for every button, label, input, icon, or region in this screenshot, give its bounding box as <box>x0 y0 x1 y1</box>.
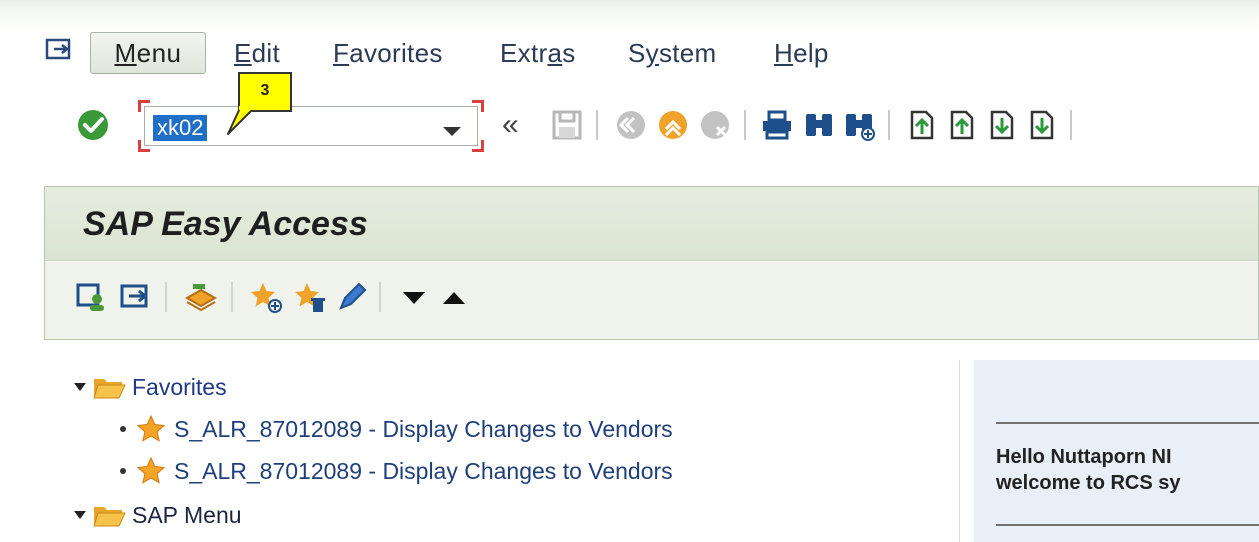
tree-item-label[interactable]: S_ALR_87012089 - Display Changes to Vend… <box>174 458 673 485</box>
standard-toolbar: xk02 « <box>0 88 1259 168</box>
callout-pointer <box>227 106 255 135</box>
menu-bar: Menu Edit Favorites Extras System Help <box>0 0 1259 88</box>
caret-down-icon[interactable] <box>74 511 86 519</box>
sap-menu-icon[interactable] <box>119 280 153 314</box>
easy-access-panel: SAP Easy Access <box>44 186 1259 340</box>
last-page-icon[interactable] <box>1024 108 1058 142</box>
add-favorite-icon[interactable] <box>249 280 283 314</box>
folder-open-icon <box>93 379 126 399</box>
toolbar-separator <box>231 282 233 312</box>
user-menu-icon[interactable] <box>75 280 109 314</box>
collapse-toolbar-button[interactable]: « <box>502 108 519 142</box>
divider <box>996 524 1259 526</box>
print-icon[interactable] <box>760 108 794 142</box>
menu-item-extras[interactable]: Extras <box>500 38 576 69</box>
toolbar-separator <box>1070 110 1072 140</box>
tree-node-label[interactable]: Favorites <box>132 374 227 401</box>
next-page-icon[interactable] <box>984 108 1018 142</box>
welcome-system: welcome to RCS sy <box>996 472 1181 494</box>
menu-item-favorites[interactable]: Favorites <box>333 38 443 69</box>
toolbar-separator <box>744 110 746 140</box>
enter-check-icon[interactable] <box>76 108 110 142</box>
menu-item-system[interactable]: System <box>628 38 717 69</box>
toolbar-separator <box>596 110 598 140</box>
tree-node-sap-menu[interactable]: SAP Menu <box>74 496 242 534</box>
first-page-icon[interactable] <box>904 108 938 142</box>
bullet <box>120 426 126 432</box>
easy-access-header: SAP Easy Access <box>45 187 1258 261</box>
page-title: SAP Easy Access <box>83 205 368 243</box>
find-next-icon[interactable] <box>842 108 876 142</box>
chevron-down-icon[interactable] <box>443 127 461 136</box>
star-icon <box>136 414 166 442</box>
save-icon[interactable] <box>550 108 584 142</box>
tree-item-favorite[interactable]: S_ALR_87012089 - Display Changes to Vend… <box>120 452 673 490</box>
cancel-icon[interactable] <box>698 108 732 142</box>
star-icon <box>136 456 166 484</box>
other-menu-icon[interactable] <box>183 280 217 314</box>
easy-access-toolbar <box>45 262 1258 339</box>
menu-toggle-icon[interactable] <box>44 36 74 66</box>
welcome-greeting: Hello Nuttaporn NI <box>996 446 1172 468</box>
command-input[interactable]: xk02 <box>144 106 478 146</box>
back-icon[interactable] <box>614 108 648 142</box>
tree-node-favorites[interactable]: Favorites <box>74 368 227 406</box>
tree-item-favorite[interactable]: S_ALR_87012089 - Display Changes to Vend… <box>120 410 673 448</box>
caret-down-icon[interactable] <box>74 383 86 391</box>
divider <box>996 422 1259 424</box>
welcome-text: Hello Nuttaporn NI welcome to RCS sy <box>996 444 1181 496</box>
delete-favorite-icon[interactable] <box>293 280 327 314</box>
menu-button-label: Menu <box>114 37 182 68</box>
menu-item-help[interactable]: Help <box>774 38 829 69</box>
tree-node-label[interactable]: SAP Menu <box>132 502 242 529</box>
command-field-value[interactable]: xk02 <box>153 115 208 141</box>
move-up-icon[interactable] <box>437 280 471 314</box>
menu-button[interactable]: Menu <box>90 32 206 74</box>
welcome-panel: Hello Nuttaporn NI welcome to RCS sy <box>974 360 1259 542</box>
find-icon[interactable] <box>802 108 836 142</box>
menu-tree: Favorites S_ALR_87012089 - Display Chang… <box>58 360 960 542</box>
folder-open-icon <box>93 507 126 527</box>
toolbar-separator <box>165 282 167 312</box>
toolbar-separator <box>888 110 890 140</box>
toolbar-separator <box>379 282 381 312</box>
menu-item-edit[interactable]: Edit <box>234 38 280 69</box>
move-down-icon[interactable] <box>397 280 431 314</box>
exit-icon[interactable] <box>656 108 690 142</box>
previous-page-icon[interactable] <box>944 108 978 142</box>
command-field[interactable]: xk02 <box>138 100 484 152</box>
change-favorite-icon[interactable] <box>335 280 369 314</box>
tree-item-label[interactable]: S_ALR_87012089 - Display Changes to Vend… <box>174 416 673 443</box>
bullet <box>120 468 126 474</box>
